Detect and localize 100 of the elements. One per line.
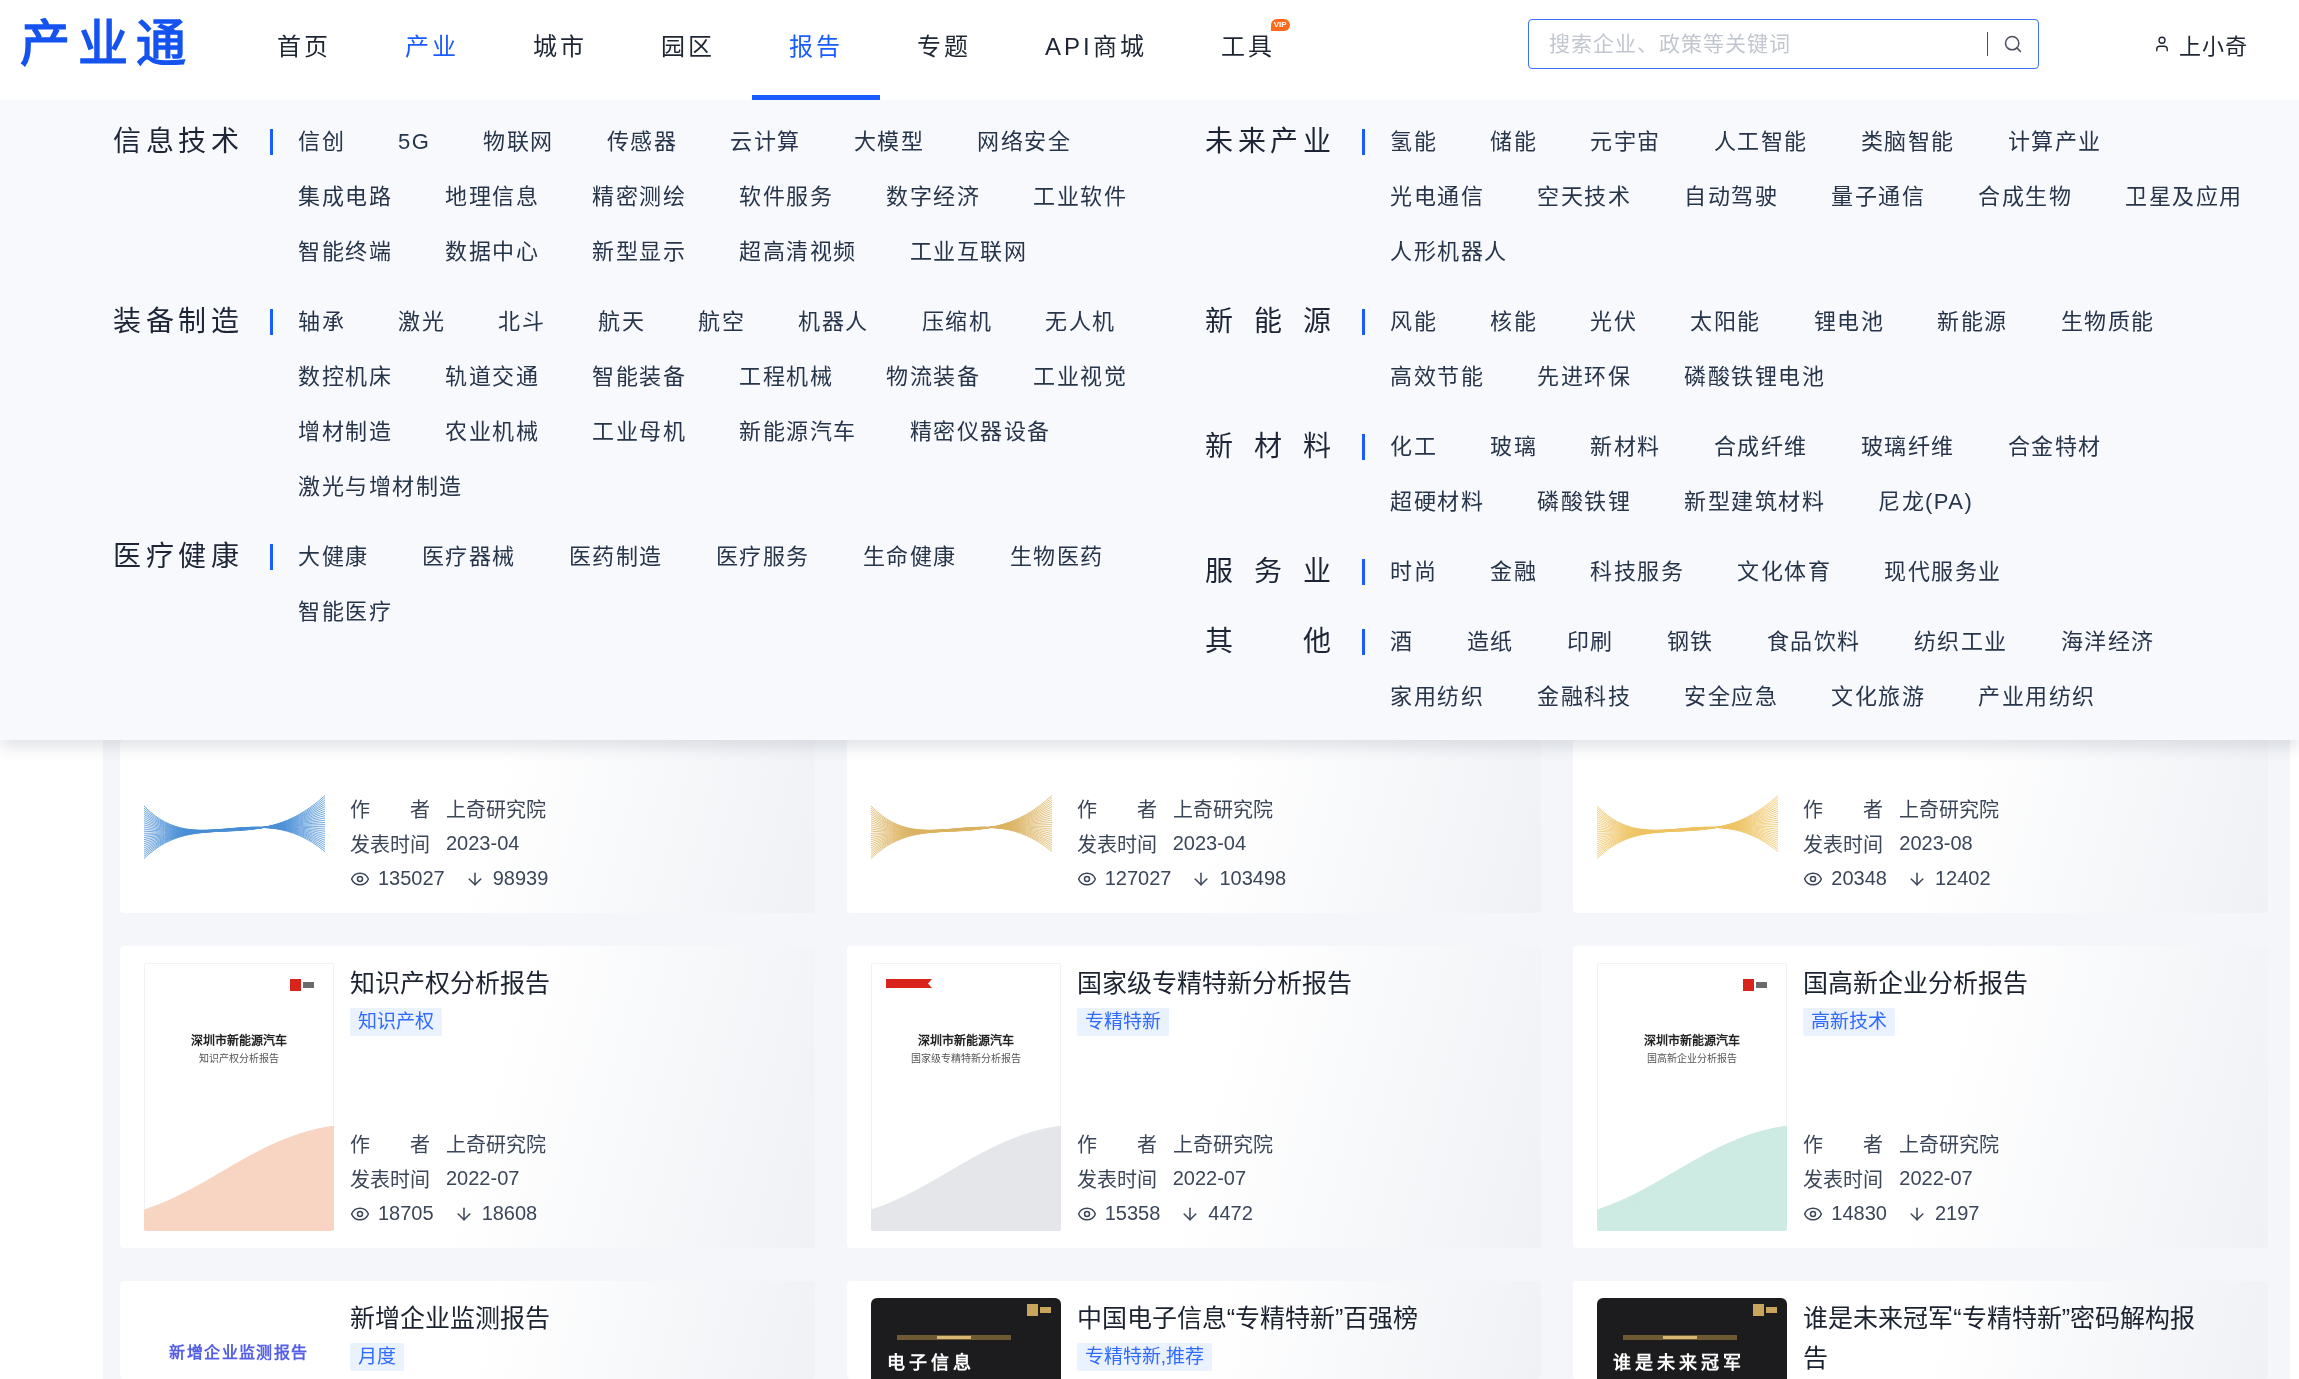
report-card[interactable]: 深圳市新能源汽车 国高新企业分析报告 国高新企业分析报告 高新技术 作者 上奇研究院 发表时间 2022-07 14830 2197 (1573, 946, 2268, 1248)
industry-link[interactable]: 生命健康 (862, 541, 957, 572)
industry-link[interactable]: 新能源 (1937, 306, 2008, 337)
industry-link[interactable]: 合成纤维 (1713, 431, 1808, 462)
industry-link[interactable]: 地理信息 (445, 181, 539, 212)
report-card[interactable]: 作者 上奇研究院 发表时间 2023-04 127027 103498 (846, 740, 1542, 913)
industry-link[interactable]: 软件服务 (739, 181, 833, 212)
industry-link[interactable]: 安全应急 (1684, 681, 1778, 712)
industry-link[interactable]: 工业软件 (1033, 181, 1127, 212)
industry-link[interactable]: 现代服务业 (1884, 556, 2002, 587)
industry-link[interactable]: 先进环保 (1537, 361, 1631, 392)
industry-link[interactable]: 物联网 (483, 126, 554, 157)
industry-link[interactable]: 新材料 (1590, 431, 1661, 462)
industry-link[interactable]: 数控机床 (298, 361, 392, 392)
nav-tab[interactable]: API商城 (1008, 0, 1184, 100)
industry-link[interactable]: 工业母机 (592, 416, 686, 447)
industry-link[interactable]: 尼龙(PA) (1878, 486, 1974, 517)
report-card[interactable]: 深圳市新能源汽车 知识产权分析报告 知识产权分析报告 知识产权 作者 上奇研究院 发表时间 2022-07 18705 18608 (120, 946, 815, 1248)
industry-link[interactable]: 数据中心 (445, 236, 539, 267)
search-input[interactable]: 搜索企业、政策等关键词 (1549, 24, 1987, 64)
industry-link[interactable]: 高效节能 (1390, 361, 1484, 392)
industry-link[interactable]: 人工智能 (1713, 126, 1808, 157)
industry-link[interactable]: 文化体育 (1737, 556, 1831, 587)
industry-link[interactable]: 信创 (298, 126, 345, 157)
report-card[interactable]: 谁是未来冠军 谁是未来冠军“专精特新”密码解构报告 (1573, 1281, 2268, 1379)
industry-link[interactable]: 氢能 (1390, 126, 1437, 157)
industry-link[interactable]: 时尚 (1390, 556, 1437, 587)
industry-link[interactable]: 医药制造 (568, 541, 663, 572)
industry-link[interactable]: 新能源汽车 (739, 416, 857, 447)
industry-link[interactable]: 计算产业 (2007, 126, 2102, 157)
industry-link[interactable]: 太阳能 (1690, 306, 1761, 337)
industry-link[interactable]: 产业用纺织 (1978, 681, 2096, 712)
industry-link[interactable]: 新型建筑材料 (1684, 486, 1825, 517)
report-card[interactable]: 新增企业监测报告 新增企业监测报告 月度 (120, 1281, 815, 1379)
industry-link[interactable]: 元宇宙 (1590, 126, 1661, 157)
industry-link[interactable]: 光电通信 (1390, 181, 1484, 212)
industry-link[interactable]: 文化旅游 (1831, 681, 1925, 712)
industry-link[interactable]: 造纸 (1466, 626, 1514, 657)
report-card[interactable]: 作者 上奇研究院 发表时间 2023-04 135027 98939 (120, 740, 815, 913)
industry-link[interactable]: 化工 (1390, 431, 1437, 462)
industry-link[interactable]: 激光 (398, 306, 445, 337)
industry-link[interactable]: 激光与增材制造 (298, 471, 463, 502)
industry-link[interactable]: 集成电路 (298, 181, 392, 212)
industry-link[interactable]: 工程机械 (739, 361, 833, 392)
industry-link[interactable]: 核能 (1490, 306, 1537, 337)
industry-link[interactable]: 精密测绘 (592, 181, 686, 212)
industry-link[interactable]: 合成生物 (1978, 181, 2072, 212)
industry-link[interactable]: 钢铁 (1666, 626, 1714, 657)
industry-link[interactable]: 网络安全 (977, 126, 1072, 157)
nav-tab[interactable]: 专题 (880, 0, 1008, 100)
industry-link[interactable]: 大模型 (853, 126, 925, 157)
industry-link[interactable]: 航空 (698, 306, 745, 337)
user-menu[interactable]: 上小奇 (2153, 28, 2248, 60)
industry-link[interactable]: 海洋经济 (2060, 626, 2155, 657)
industry-link[interactable]: 玻璃 (1490, 431, 1537, 462)
industry-link[interactable]: 精密仪器设备 (909, 416, 1051, 447)
industry-link[interactable]: 家用纺织 (1390, 681, 1484, 712)
industry-link[interactable]: 风能 (1390, 306, 1437, 337)
nav-tab[interactable]: 城市 (496, 0, 624, 100)
industry-link[interactable]: 北斗 (498, 306, 545, 337)
industry-link[interactable]: 人形机器人 (1390, 236, 1508, 267)
industry-link[interactable]: 类脑智能 (1860, 126, 1955, 157)
industry-link[interactable]: 数字经济 (886, 181, 980, 212)
industry-link[interactable]: 酒 (1390, 626, 1414, 657)
industry-link[interactable]: 印刷 (1566, 626, 1614, 657)
industry-link[interactable]: 生物质能 (2060, 306, 2155, 337)
industry-link[interactable]: 5G (398, 126, 431, 157)
search-bar[interactable]: 搜索企业、政策等关键词 (1528, 19, 2039, 69)
industry-link[interactable]: 超高清视频 (739, 236, 857, 267)
industry-link[interactable]: 压缩机 (921, 306, 992, 337)
industry-link[interactable]: 磷酸铁锂 (1537, 486, 1631, 517)
industry-link[interactable]: 合金特材 (2007, 431, 2102, 462)
industry-link[interactable]: 云计算 (730, 126, 801, 157)
industry-link[interactable]: 医疗器械 (421, 541, 516, 572)
industry-link[interactable]: 金融科技 (1537, 681, 1631, 712)
industry-link[interactable]: 轴承 (298, 306, 345, 337)
report-card[interactable]: 深圳市新能源汽车 国家级专精特新分析报告 国家级专精特新分析报告 专精特新 作者 上奇研究院 发表时间 2022-07 15358 4472 (846, 946, 1542, 1248)
industry-link[interactable]: 传感器 (606, 126, 678, 157)
industry-link[interactable]: 工业互联网 (909, 236, 1027, 267)
industry-link[interactable]: 光伏 (1590, 306, 1637, 337)
industry-link[interactable]: 大健康 (298, 541, 369, 572)
industry-link[interactable]: 金融 (1490, 556, 1537, 587)
report-card[interactable]: 作者 上奇研究院 发表时间 2023-08 20348 12402 (1573, 740, 2268, 913)
industry-link[interactable]: 机器人 (798, 306, 869, 337)
nav-tab[interactable]: VIP 工具 (1183, 0, 1312, 100)
nav-tab[interactable]: 产业 (368, 0, 496, 100)
industry-link[interactable]: 卫星及应用 (2125, 181, 2243, 212)
industry-link[interactable]: 轨道交通 (445, 361, 539, 392)
industry-link[interactable]: 玻璃纤维 (1860, 431, 1955, 462)
industry-link[interactable]: 智能装备 (592, 361, 686, 392)
industry-link[interactable]: 磷酸铁锂电池 (1684, 361, 1825, 392)
site-logo[interactable]: 产业通 (20, 19, 194, 69)
industry-link[interactable]: 航天 (598, 306, 645, 337)
report-card[interactable]: 电子信息 中国电子信息“专精特新”百强榜 专精特新,推荐 (846, 1281, 1542, 1379)
industry-link[interactable]: 纺织工业 (1913, 626, 2008, 657)
industry-link[interactable]: 自动驾驶 (1684, 181, 1778, 212)
industry-link[interactable]: 物流装备 (886, 361, 980, 392)
industry-link[interactable]: 科技服务 (1590, 556, 1684, 587)
industry-link[interactable]: 无人机 (1045, 306, 1116, 337)
industry-link[interactable]: 量子通信 (1831, 181, 1925, 212)
